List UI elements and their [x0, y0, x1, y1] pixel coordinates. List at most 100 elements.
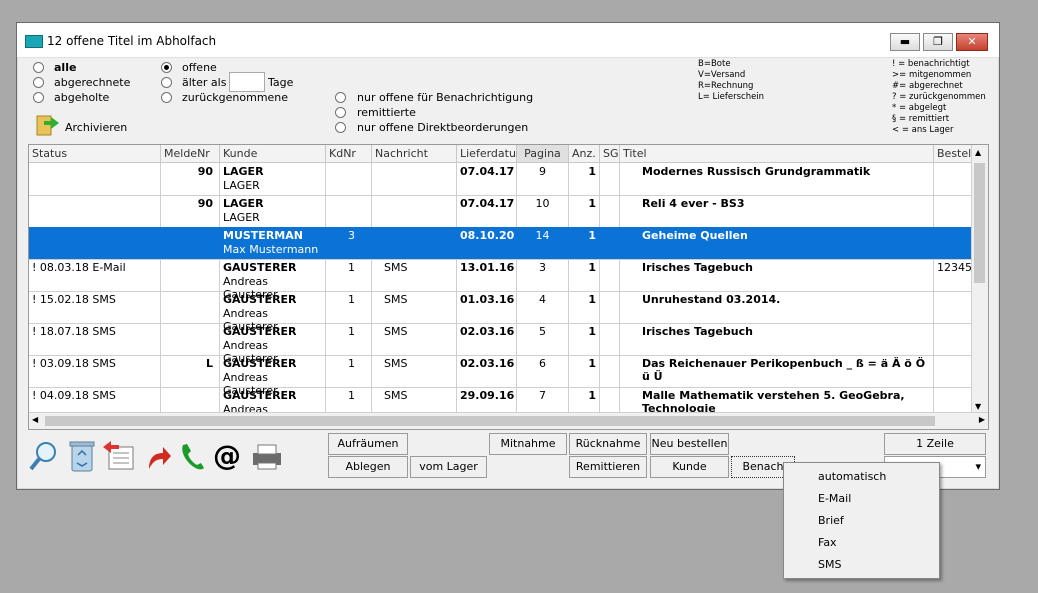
table-row[interactable]: 90 LAGER LAGER 07.04.17 9 1 Modernes Russisch …: [29, 163, 972, 196]
cell-anz: 1: [569, 227, 600, 259]
vom-lager-button[interactable]: vom Lager: [410, 456, 487, 478]
forward-arrow-icon[interactable]: [143, 439, 173, 473]
vertical-scrollbar[interactable]: ▲ ▼: [971, 145, 988, 413]
cell-status-text: ! 08.03.18 E-Mail: [32, 261, 126, 274]
cell-pagina: 10: [517, 195, 569, 227]
phone-icon[interactable]: [177, 439, 207, 473]
column-header-5[interactable]: Lieferdatum: [457, 145, 527, 162]
cell-sg: [600, 195, 620, 227]
cell-kunde-text: GAUSTERER: [223, 325, 297, 338]
cell-melde-text: L: [205, 357, 213, 370]
table-row[interactable]: ! 18.07.18 SMS GAUSTERER Andreas Gausterer…: [29, 323, 972, 365]
ablegen-button[interactable]: Ablegen: [328, 456, 408, 478]
table-row[interactable]: ! 15.02.18 SMS GAUSTERER Andreas Gausterer…: [29, 291, 972, 333]
neu-bestellen-button[interactable]: Neu bestellen: [650, 433, 729, 455]
archive-folder-icon[interactable]: [35, 111, 59, 137]
minimize-button[interactable]: ▬: [890, 33, 920, 51]
column-header-2[interactable]: Kunde: [220, 145, 326, 162]
filter-right-0-radio[interactable]: [335, 92, 346, 103]
menu-item-3[interactable]: Fax: [818, 536, 837, 549]
email-at-icon[interactable]: @: [213, 439, 243, 473]
cell-pagina: 3: [517, 259, 569, 291]
scroll-left-icon[interactable]: ◀: [32, 415, 38, 424]
cell-titel: Irisches Tagebuch: [620, 323, 934, 355]
archive-label[interactable]: Archivieren: [65, 121, 127, 134]
menu-item-2[interactable]: Brief: [818, 514, 844, 527]
cell-titel-text: Irisches Tagebuch: [642, 325, 753, 338]
cell-kdnr: [326, 195, 372, 227]
filter-right-2-radio[interactable]: [335, 122, 346, 133]
mitnahme-button[interactable]: Mitnahme: [489, 433, 567, 455]
column-header-6[interactable]: Pagina: [517, 145, 569, 162]
column-header-7[interactable]: Anz.: [569, 145, 600, 162]
cell-titel: Reli 4 ever - BS3: [620, 195, 934, 227]
cell-kunde-text: LAGER: [223, 165, 264, 178]
filter-middle-1-radio[interactable]: [161, 77, 172, 88]
cell-status-text: ! 18.07.18 SMS: [32, 325, 116, 338]
column-header-1[interactable]: MeldeNr: [161, 145, 220, 162]
cell-nachricht-text: SMS: [384, 325, 408, 338]
column-header-8[interactable]: SG: [600, 145, 620, 162]
cell-sg: [600, 291, 620, 323]
printer-icon[interactable]: [249, 439, 285, 473]
cell-kunde-name: LAGER: [223, 211, 260, 224]
cell-nachricht: SMS: [372, 259, 457, 291]
cell-meldenr: [161, 259, 220, 291]
column-header-9[interactable]: Titel: [620, 145, 934, 162]
search-icon[interactable]: [29, 439, 59, 473]
table-row[interactable]: 90 LAGER LAGER 07.04.17 10 1 Reli 4 ever - BS3: [29, 195, 972, 228]
cell-status: ! 18.07.18 SMS: [29, 323, 161, 355]
menu-item-0[interactable]: automatisch: [818, 470, 886, 483]
cell-status-text: ! 03.09.18 SMS: [32, 357, 116, 370]
vertical-scroll-thumb[interactable]: [974, 163, 985, 283]
filter-middle-2-radio[interactable]: [161, 92, 172, 103]
legend2-line: #= abgerechnet: [892, 81, 963, 91]
table-row[interactable]: MUSTERMAN Max Mustermann 3 08.10.20 14 1 Gehei…: [29, 227, 972, 260]
column-header-0[interactable]: Status: [29, 145, 161, 162]
days-input[interactable]: [229, 72, 265, 92]
cell-nachricht: SMS: [372, 291, 457, 323]
scroll-up-icon[interactable]: ▲: [975, 148, 981, 157]
menu-item-1[interactable]: E-Mail: [818, 492, 851, 505]
legend1-line: R=Rechnung: [698, 81, 754, 91]
horizontal-scrollbar[interactable]: ◀ ▶: [29, 412, 988, 429]
export-list-icon[interactable]: [101, 439, 134, 473]
maximize-button[interactable]: ❐: [923, 33, 953, 51]
cell-kunde-text: LAGER: [223, 197, 264, 210]
filter-left-0-label: alle: [54, 61, 77, 74]
cell-pagina: 14: [517, 227, 569, 259]
filter-left-2-radio[interactable]: [33, 92, 44, 103]
column-header-3[interactable]: KdNr: [326, 145, 372, 162]
table-row[interactable]: ! 08.03.18 E-Mail GAUSTERER Andreas Gauste…: [29, 259, 979, 301]
recycle-bin-icon[interactable]: [67, 439, 97, 473]
cell-status: ! 15.02.18 SMS: [29, 291, 161, 323]
kunde-button[interactable]: Kunde: [650, 456, 729, 478]
cell-meldenr: L: [161, 355, 220, 387]
ruecknahme-button[interactable]: Rücknahme: [569, 433, 647, 455]
horizontal-scroll-thumb[interactable]: [45, 416, 935, 426]
remittieren-button[interactable]: Remittieren: [569, 456, 647, 478]
filter-left-0-radio[interactable]: [33, 62, 44, 73]
aufraeumen-button[interactable]: Aufräumen: [328, 433, 408, 455]
legend2-line: ! = benachrichtigt: [892, 59, 970, 69]
chevron-down-icon: ▾: [975, 460, 981, 473]
cell-anz: 1: [569, 163, 600, 195]
legend1-line: B=Bote: [698, 59, 731, 69]
scroll-down-icon[interactable]: ▼: [975, 402, 981, 411]
cell-lieferdatum: 13.01.16: [457, 259, 517, 291]
cell-pagina-text: 4: [539, 293, 546, 306]
menu-item-4[interactable]: SMS: [818, 558, 841, 571]
filter-middle-0-radio[interactable]: [161, 62, 172, 73]
filter-left-1-radio[interactable]: [33, 77, 44, 88]
table-row[interactable]: ! 03.09.18 SMS L GAUSTERER Andreas Gaustere…: [29, 355, 972, 397]
cell-kdnr-text: 1: [348, 389, 355, 402]
cell-anz: 1: [569, 195, 600, 227]
close-button[interactable]: ✕: [956, 33, 988, 51]
cell-nachricht: SMS: [372, 323, 457, 355]
cell-anz: 1: [569, 323, 600, 355]
scroll-right-icon[interactable]: ▶: [979, 415, 985, 424]
filter-right-1-radio[interactable]: [335, 107, 346, 118]
column-header-4[interactable]: Nachricht: [372, 145, 457, 162]
filter-middle-1-label: älter als: [182, 76, 227, 89]
eine-zeile-button[interactable]: 1 Zeile: [884, 433, 986, 455]
